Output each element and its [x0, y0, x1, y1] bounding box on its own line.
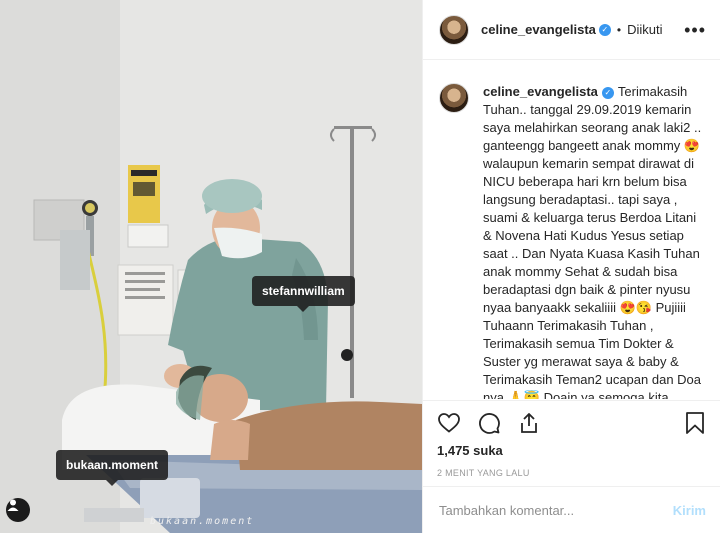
post-photo[interactable]: stefannwilliam bukaan.moment bukaan.mome…: [0, 0, 422, 533]
follow-status-button[interactable]: Diikuti: [627, 22, 662, 37]
avatar[interactable]: [439, 14, 469, 45]
caption-username[interactable]: celine_evangelista: [483, 84, 598, 99]
author-username[interactable]: celine_evangelista: [481, 22, 596, 37]
caption-text: walaupun kemarin sempat dirawat di NICU …: [483, 156, 700, 315]
post-caption: celine_evangelista ✓ Terimakasih Tuhan.. t…: [483, 83, 706, 399]
caption-avatar[interactable]: [439, 83, 469, 113]
like-count[interactable]: 1,475 suka: [437, 443, 706, 458]
more-options-button[interactable]: •••: [684, 21, 706, 39]
comments-section[interactable]: celine_evangelista ✓ Terimakasih Tuhan.. t…: [423, 61, 720, 399]
share-icon: [521, 413, 537, 433]
emoji: 😍😘: [619, 300, 652, 315]
post-comment-button[interactable]: Kirim: [673, 503, 706, 518]
comment-button[interactable]: [477, 411, 501, 435]
add-comment-bar: Kirim: [423, 486, 720, 533]
like-button[interactable]: [437, 411, 461, 435]
comment-icon: [479, 413, 500, 434]
post-timestamp[interactable]: 2 MENIT YANG LALU: [437, 468, 706, 478]
user-tag-icon: [7, 499, 19, 511]
post-header: celine_evangelista ✓ • Diikuti •••: [423, 0, 720, 60]
save-button[interactable]: [684, 411, 706, 435]
post-details-panel: celine_evangelista ✓ • Diikuti ••• celin…: [422, 0, 720, 533]
verified-badge-icon: ✓: [601, 86, 614, 99]
header-separator: •: [616, 22, 622, 37]
user-tag-bukaan-moment[interactable]: bukaan.moment: [56, 450, 169, 486]
verified-badge-icon: ✓: [598, 23, 611, 36]
comment-input[interactable]: [439, 502, 673, 518]
emoji: 😍: [683, 138, 701, 153]
post-actions: 1,475 suka 2 MENIT YANG LALU: [423, 400, 720, 478]
user-tag-button[interactable]: [6, 498, 30, 522]
user-tag-stefannwilliam[interactable]: stefannwilliam: [252, 276, 355, 312]
emoji: 🙏😇: [507, 390, 540, 399]
share-button[interactable]: [517, 411, 541, 435]
heart-icon: [438, 413, 460, 433]
photo-watermark: bukaan.moment: [150, 516, 255, 527]
bookmark-icon: [686, 412, 704, 434]
